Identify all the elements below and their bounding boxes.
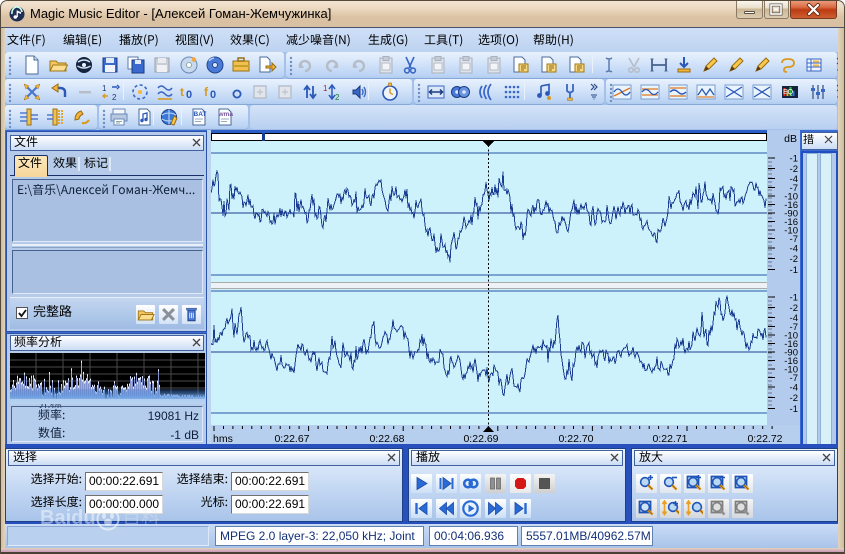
svg-text:-4: -4 (790, 244, 798, 255)
svg-text:f: f (204, 85, 209, 99)
svg-text:2: 2 (112, 93, 117, 102)
svg-text:-1: -1 (790, 265, 798, 276)
svg-text:0:22.68: 0:22.68 (369, 433, 404, 444)
svg-text:0: 0 (186, 89, 192, 101)
svg-text:-1: -1 (790, 154, 798, 165)
svg-text:0:22.72: 0:22.72 (747, 433, 782, 444)
svg-text:t: t (180, 85, 184, 99)
svg-text:BAT: BAT (194, 111, 207, 118)
svg-text:-1: -1 (790, 293, 798, 304)
svg-text:-2: -2 (790, 393, 798, 404)
svg-text:-2: -2 (790, 254, 798, 265)
svg-text:0:22.67: 0:22.67 (274, 433, 309, 444)
svg-text:1: 1 (102, 84, 107, 93)
svg-text:EQ: EQ (783, 89, 794, 96)
svg-text:-1: -1 (790, 404, 798, 415)
svg-text:dB: dB (784, 133, 797, 145)
svg-text:wma: wma (218, 111, 234, 118)
svg-text:1: 1 (323, 84, 328, 93)
svg-text:0:22.71: 0:22.71 (652, 433, 687, 444)
svg-text:-4: -4 (790, 383, 798, 394)
svg-text:hms: hms (213, 433, 233, 444)
svg-text:0: 0 (210, 89, 216, 101)
svg-text:0:22.69: 0:22.69 (463, 433, 498, 444)
svg-text:0:22.70: 0:22.70 (558, 433, 593, 444)
svg-text:2: 2 (335, 93, 340, 102)
